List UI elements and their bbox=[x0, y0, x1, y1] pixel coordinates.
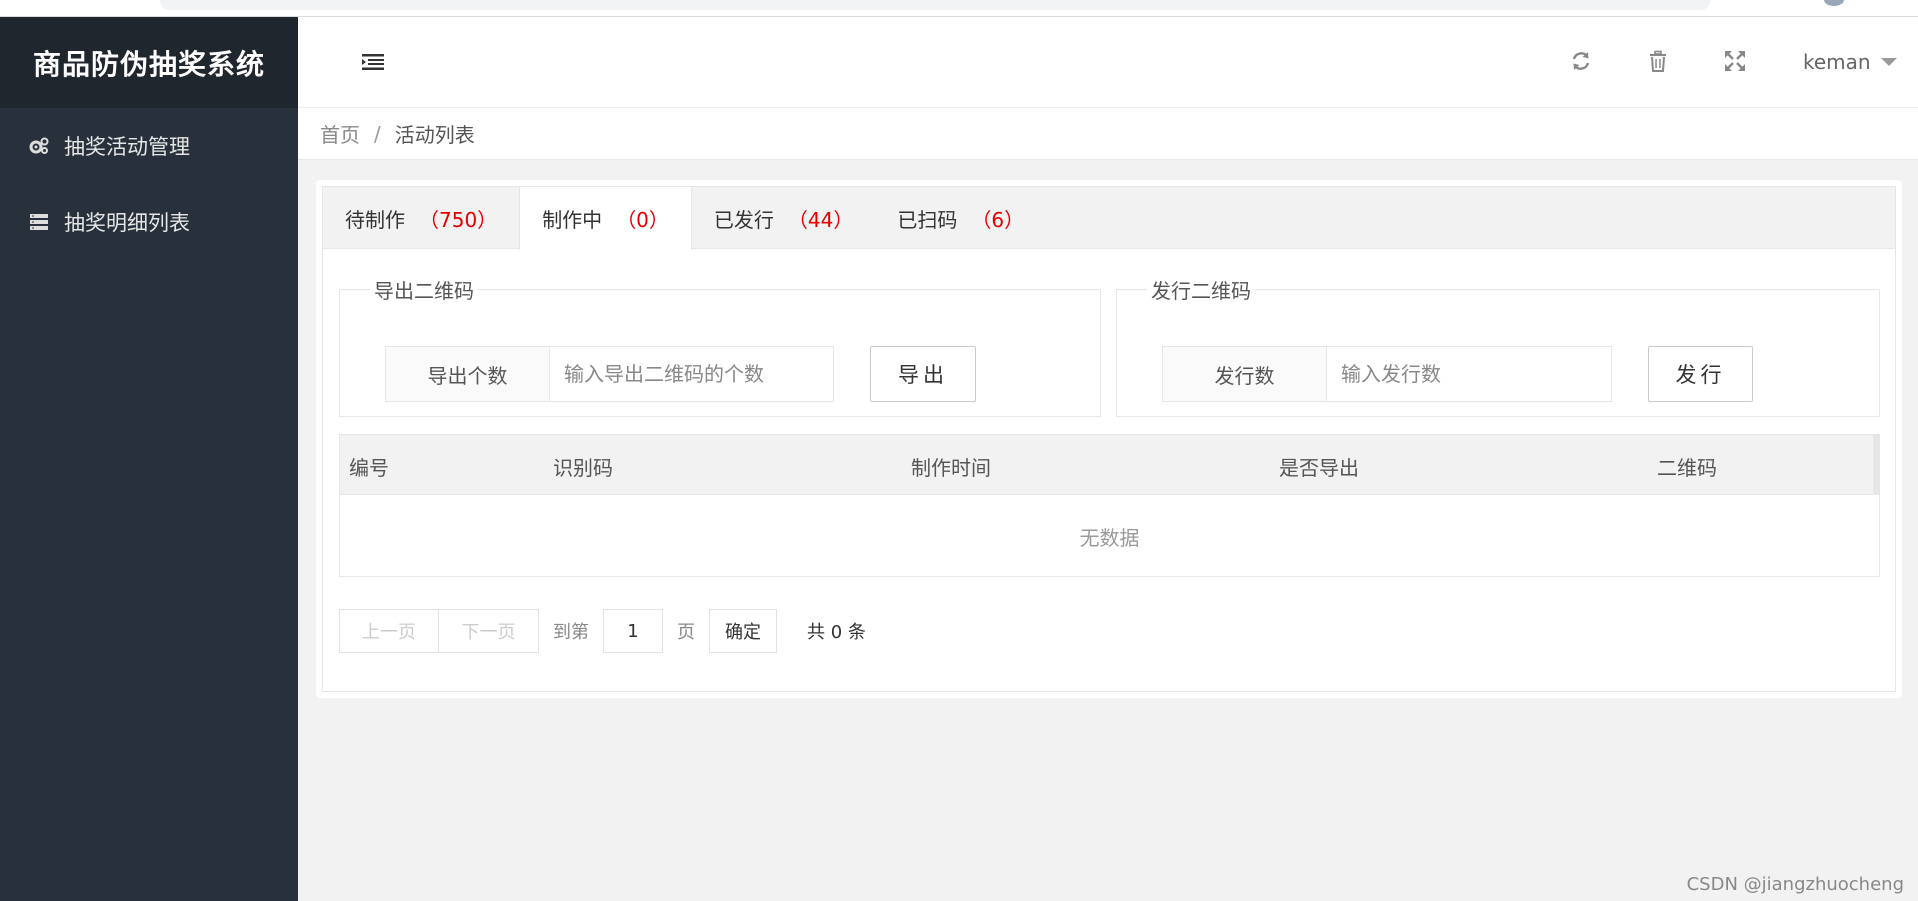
column-header: 识别码 bbox=[553, 456, 613, 480]
tab-bar: 待制作 （750） 制作中 （0） 已发行 （44） 已扫码 （6） bbox=[323, 187, 1895, 250]
gears-icon bbox=[28, 135, 50, 157]
export-qrcode-box: 导出二维码 导出个数 导出 bbox=[339, 275, 1101, 417]
tab-count: （0） bbox=[616, 208, 669, 232]
logo: 商品防伪抽奖系统 bbox=[0, 17, 298, 108]
column-header: 制作时间 bbox=[911, 456, 991, 480]
content-card: 待制作 （750） 制作中 （0） 已发行 （44） 已扫码 （6） 导出二维码… bbox=[316, 180, 1902, 698]
chevron-down-icon bbox=[1880, 58, 1897, 66]
issue-count-label: 发行数 bbox=[1163, 347, 1327, 401]
column-header: 二维码 bbox=[1657, 456, 1717, 480]
username: keman bbox=[1803, 50, 1871, 74]
tab-label: 制作中 bbox=[542, 208, 603, 232]
goto-prefix: 到第 bbox=[553, 622, 589, 643]
confirm-page-button[interactable]: 确定 bbox=[709, 609, 777, 653]
tab-label: 已扫码 bbox=[897, 207, 958, 232]
issue-count-input[interactable] bbox=[1327, 347, 1611, 401]
tab-panel: 待制作 （750） 制作中 （0） 已发行 （44） 已扫码 （6） 导出二维码… bbox=[322, 186, 1896, 692]
tab-count: （750） bbox=[419, 207, 498, 232]
tab-count: （44） bbox=[787, 207, 854, 232]
export-count-label: 导出个数 bbox=[386, 347, 550, 401]
column-header: 是否导出 bbox=[1279, 456, 1359, 480]
tab-issued[interactable]: 已发行 （44） bbox=[692, 187, 875, 249]
browser-avatar[interactable] bbox=[1824, 0, 1844, 6]
goto-suffix: 页 bbox=[677, 622, 695, 643]
tab-scanned[interactable]: 已扫码 （6） bbox=[875, 187, 1046, 249]
table-header: 编号 识别码 制作时间 是否导出 二维码 bbox=[340, 435, 1879, 495]
sidebar-item-label: 抽奖明细列表 bbox=[64, 211, 190, 235]
sidebar-item-label: 抽奖活动管理 bbox=[64, 135, 190, 159]
issue-qrcode-box: 发行二维码 发行数 发行 bbox=[1116, 275, 1880, 417]
fullscreen-icon[interactable] bbox=[1724, 50, 1748, 74]
export-box-legend: 导出二维码 bbox=[374, 279, 474, 303]
tab-pending[interactable]: 待制作 （750） bbox=[323, 187, 519, 249]
browser-strip bbox=[0, 0, 1918, 17]
sidebar-item-activity-management[interactable]: 抽奖活动管理 bbox=[0, 108, 298, 184]
server-list-icon bbox=[28, 211, 50, 233]
issue-button[interactable]: 发行 bbox=[1648, 346, 1753, 402]
empty-state: 无数据 bbox=[1079, 525, 1140, 550]
top-header: keman bbox=[298, 17, 1918, 108]
prev-page-button[interactable]: 上一页 bbox=[339, 609, 439, 653]
page-number-input[interactable] bbox=[603, 609, 663, 653]
breadcrumb-home[interactable]: 首页 bbox=[320, 119, 360, 148]
sidebar: 商品防伪抽奖系统 抽奖活动管理 抽奖明细列表 bbox=[0, 17, 298, 901]
breadcrumb: 首页 / 活动列表 bbox=[298, 108, 1918, 160]
trash-icon[interactable] bbox=[1647, 50, 1671, 74]
tab-in-progress[interactable]: 制作中 （0） bbox=[519, 187, 692, 250]
tab-count: （6） bbox=[971, 207, 1025, 232]
next-page-button[interactable]: 下一页 bbox=[439, 609, 539, 653]
address-bar[interactable] bbox=[160, 0, 1710, 10]
app-title: 商品防伪抽奖系统 bbox=[32, 47, 265, 81]
export-count-input[interactable] bbox=[550, 347, 833, 401]
tab-label: 已发行 bbox=[713, 207, 774, 232]
tab-label: 待制作 bbox=[345, 207, 405, 232]
qrcode-table: 编号 识别码 制作时间 是否导出 二维码 无数据 bbox=[339, 434, 1880, 577]
issue-count-group: 发行数 bbox=[1162, 346, 1612, 402]
export-button[interactable]: 导出 bbox=[870, 346, 976, 402]
breadcrumb-separator: / bbox=[374, 121, 381, 146]
pagination: 上一页 下一页 到第 页 确定 共 0 条 bbox=[339, 608, 866, 654]
user-menu[interactable]: keman bbox=[1803, 50, 1897, 74]
watermark: CSDN @jiangzhuocheng bbox=[1686, 874, 1904, 895]
export-count-group: 导出个数 bbox=[385, 346, 834, 402]
issue-box-legend: 发行二维码 bbox=[1151, 279, 1251, 303]
breadcrumb-current: 活动列表 bbox=[394, 123, 475, 147]
refresh-icon[interactable] bbox=[1570, 50, 1594, 74]
column-header: 编号 bbox=[349, 456, 389, 480]
sidebar-item-detail-list[interactable]: 抽奖明细列表 bbox=[0, 184, 298, 260]
table-scrollbar[interactable] bbox=[1873, 435, 1879, 495]
menu-toggle-icon[interactable] bbox=[362, 53, 384, 71]
total-count: 共 0 条 bbox=[807, 622, 866, 643]
